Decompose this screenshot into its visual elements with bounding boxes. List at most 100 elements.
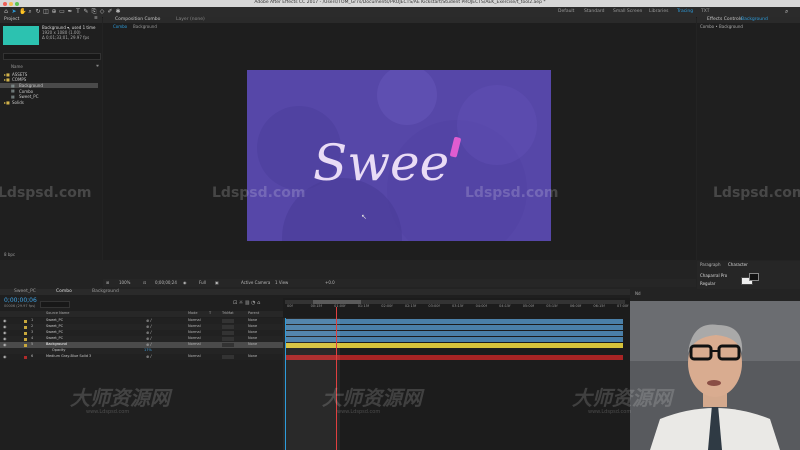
layer-label-color[interactable] [24,343,27,347]
layer-mode-dropdown[interactable]: Normal [188,337,201,341]
pen-tool-icon[interactable]: ✒ [67,9,73,15]
home-icon[interactable]: ⌂ [3,9,9,15]
work-area-start-marker[interactable] [285,318,286,450]
layer-label-color[interactable] [24,331,27,335]
roto-brush-tool-icon[interactable]: ✐ [107,9,113,15]
layer-name[interactable]: Sweet_PC [46,325,63,329]
layer-mode-dropdown[interactable]: Normal [188,331,201,335]
tab-paragraph[interactable]: Paragraph [700,263,721,267]
project-name-column[interactable]: Name [11,65,23,69]
effects-title[interactable]: Effects Controls [707,17,742,23]
search-help-icon[interactable]: ⌕ [785,9,788,15]
timeline-switches-icons[interactable]: ⊡ ☼ ▥ ◔ ⌂ [233,301,260,306]
layer-name[interactable]: Sweet_PC [46,331,63,335]
layer-name[interactable]: Sweet_PC [46,337,63,341]
layer-switches[interactable]: ⊕ ⁄ [146,324,151,329]
project-tree-item[interactable]: ▦ Sweet_PC [0,94,98,99]
zoom-tool-icon[interactable]: ⌕ [27,9,33,15]
layer-mode-dropdown[interactable]: Normal [188,319,201,323]
timeline-tab-background[interactable]: Background [92,289,119,295]
puppet-tool-icon[interactable]: ✱ [115,9,121,15]
timeline-search-input[interactable] [40,301,70,308]
font-family-dropdown[interactable]: Chaparral Pro [700,274,727,278]
layer-parent-dropdown[interactable]: None [248,325,257,329]
project-panel-title[interactable]: Project [4,17,19,23]
workspace-small-screen[interactable]: Small Screen [613,9,642,15]
layer-parent-dropdown[interactable]: None [248,319,257,323]
layer-label-color[interactable] [24,319,27,323]
project-tree-item[interactable]: ▸■ Solids [0,100,98,105]
brush-tool-icon[interactable]: ✎ [83,9,89,15]
current-time-display[interactable]: 0;00;00;24 [155,281,177,285]
bit-depth-label[interactable]: 8 bpc [4,253,15,257]
workspace-standard[interactable]: Standard [584,9,604,15]
type-tool-icon[interactable]: T [75,9,81,15]
rectangle-tool-icon[interactable]: ▭ [59,9,65,15]
trkmat-dropdown[interactable] [222,343,234,347]
timeline-tab-sweet-pc[interactable]: Sweet_PC [14,289,36,295]
trkmat-dropdown[interactable] [222,325,234,329]
eraser-tool-icon[interactable]: ◇ [99,9,105,15]
column-mode[interactable]: Mode [188,311,198,316]
effects-layer-name[interactable]: Background [741,17,768,23]
layer-mode-dropdown[interactable]: Normal [188,355,201,359]
trkmat-dropdown[interactable] [222,337,234,341]
hand-tool-icon[interactable]: ✋ [19,9,26,15]
resolution-dropdown[interactable]: Full [199,281,206,285]
layer-tab[interactable]: Layer (none) [176,17,205,23]
rotate-tool-icon[interactable]: ↻ [35,9,41,15]
camera-dropdown[interactable]: Active Camera [241,281,270,285]
pan-behind-tool-icon[interactable]: ⊕ [51,9,57,15]
layer-switches[interactable]: ⊕ ⁄ [146,336,151,341]
layer-name[interactable]: Sweet_PC [46,319,63,323]
timeline-layer-row[interactable]: ◉ 6 Medium Gray-Blue Solid 3 ⊕ ⁄ Normal None [0,354,283,360]
stroke-color-swatch[interactable] [749,273,759,281]
breadcrumb-combo[interactable]: Combo [113,25,127,29]
grid-icon[interactable]: ⊡ [143,281,146,285]
snapshot-icon[interactable]: ◉ [183,281,187,285]
layer-parent-dropdown[interactable]: None [248,331,257,335]
workspace-default[interactable]: Default [558,9,574,15]
layer-switches[interactable]: ⊕ ⁄ [146,342,151,347]
panel-menu-icon[interactable]: ≡ [94,16,98,22]
layer-name[interactable]: Medium Gray-Blue Solid 3 [46,355,91,359]
workspace-tracing[interactable]: Tracing [677,9,693,15]
always-preview-icon[interactable]: ⊞ [106,281,109,285]
tab-character[interactable]: Character [728,263,748,267]
opacity-value[interactable]: 17% [144,349,152,353]
flowchart-icon[interactable]: ⚹ [96,64,99,69]
layer-label-color[interactable] [24,337,27,341]
visibility-eye-icon[interactable]: ◉ [3,325,7,329]
exposure-value[interactable]: +0.0 [325,281,335,285]
layer-switches[interactable]: ⊕ ⁄ [146,354,151,359]
camera-tool-icon[interactable]: ◫ [43,9,49,15]
views-dropdown[interactable]: 1 View [275,281,288,285]
layer-label-color[interactable] [24,325,27,329]
layer-parent-dropdown[interactable]: None [248,343,257,347]
layer-switches[interactable]: ⊕ ⁄ [146,330,151,335]
column-source-name[interactable]: Source Name [46,311,69,316]
layer-switches[interactable]: ⊕ ⁄ [146,318,151,323]
visibility-eye-icon[interactable]: ◉ [3,331,7,335]
zoom-level-dropdown[interactable]: 100% [119,281,130,285]
timeline-tab-combo[interactable]: Combo [56,289,72,295]
trkmat-dropdown[interactable] [222,331,234,335]
layer-mode-dropdown[interactable]: Normal [188,325,201,329]
layer-label-color[interactable] [24,355,27,359]
column-trkmat[interactable]: TrkMat [222,311,234,316]
layer-name[interactable]: Opacity [52,349,65,353]
playhead[interactable] [336,307,337,450]
clone-stamp-tool-icon[interactable]: ⎘ [91,9,97,15]
layer-name[interactable]: Background [46,343,67,347]
column-parent[interactable]: Parent [248,311,259,316]
visibility-eye-icon[interactable]: ◉ [3,343,7,347]
project-search-input[interactable] [3,53,101,60]
font-style-dropdown[interactable]: Regular [700,282,715,286]
trkmat-dropdown[interactable] [222,319,234,323]
selection-tool-icon[interactable]: ➤ [11,9,17,15]
visibility-eye-icon[interactable]: ◉ [3,319,7,323]
workspace-libraries[interactable]: Libraries [649,9,668,15]
trkmat-dropdown[interactable] [222,355,234,359]
layer-mode-dropdown[interactable]: Normal [188,343,201,347]
workspace-txt[interactable]: TXT [701,9,710,15]
